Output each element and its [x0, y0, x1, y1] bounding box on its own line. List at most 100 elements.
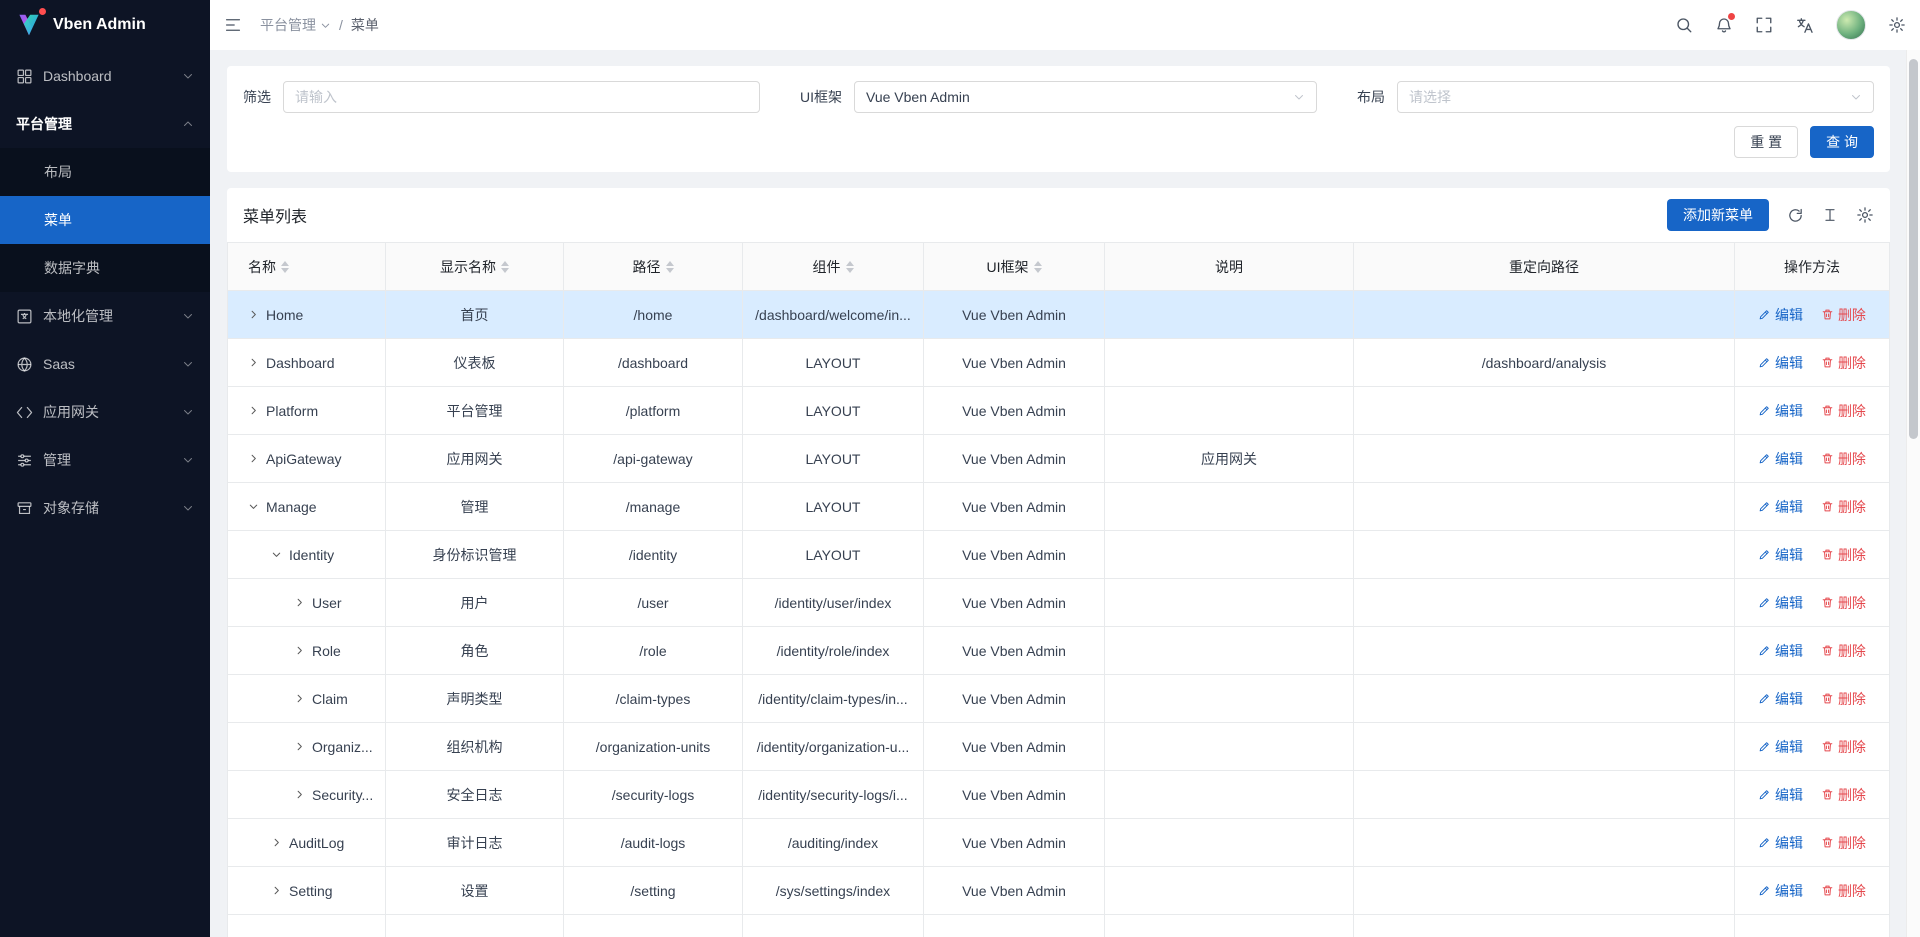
- delete-button[interactable]: 删除: [1821, 641, 1866, 661]
- table-row[interactable]: Security... 安全日志 /security-logs /identit…: [228, 771, 1890, 819]
- row-redirect: [1354, 627, 1735, 675]
- table-row[interactable]: User 用户 /user /identity/user/index Vue V…: [228, 579, 1890, 627]
- search-button[interactable]: 查 询: [1810, 126, 1874, 158]
- sidebar-item-api-gateway[interactable]: 应用网关: [0, 388, 210, 436]
- sort-carets-icon: [281, 261, 289, 273]
- expand-row-icon[interactable]: [294, 597, 305, 608]
- edit-button[interactable]: 编辑: [1758, 593, 1803, 613]
- edit-button[interactable]: 编辑: [1758, 449, 1803, 469]
- table-row[interactable]: Organiz... 组织机构 /organization-units /ide…: [228, 723, 1890, 771]
- breadcrumb-item-platform[interactable]: 平台管理: [260, 15, 331, 35]
- edit-button[interactable]: 编辑: [1758, 833, 1803, 853]
- sidebar-item-manage[interactable]: 管理: [0, 436, 210, 484]
- table-row[interactable]: Home 首页 /home /dashboard/welcome/in... V…: [228, 291, 1890, 339]
- delete-button[interactable]: 删除: [1821, 449, 1866, 469]
- row-component: LAYOUT: [743, 339, 924, 387]
- scrollbar-thumb[interactable]: [1909, 59, 1918, 439]
- expand-row-icon[interactable]: [248, 453, 259, 464]
- delete-button[interactable]: 删除: [1821, 689, 1866, 709]
- delete-button[interactable]: 删除: [1821, 401, 1866, 421]
- delete-button[interactable]: 删除: [1821, 497, 1866, 517]
- gateway-icon: [16, 404, 33, 421]
- table-row[interactable]: AuditLog 审计日志 /audit-logs /auditing/inde…: [228, 819, 1890, 867]
- add-menu-button[interactable]: 添加新菜单: [1667, 199, 1769, 231]
- expand-row-icon[interactable]: [248, 501, 259, 512]
- page-scrollbar[interactable]: [1906, 50, 1920, 937]
- user-avatar[interactable]: [1836, 10, 1866, 40]
- delete-button[interactable]: 删除: [1821, 737, 1866, 757]
- sidebar-item-menu[interactable]: 菜单: [0, 196, 210, 244]
- table-title: 菜单列表: [243, 203, 307, 227]
- expand-row-icon[interactable]: [248, 357, 259, 368]
- expand-row-icon[interactable]: [271, 885, 282, 896]
- table-row[interactable]: Identity 身份标识管理 /identity LAYOUT Vue Vbe…: [228, 531, 1890, 579]
- expand-row-icon[interactable]: [294, 645, 305, 656]
- edit-button[interactable]: 编辑: [1758, 401, 1803, 421]
- layout-select[interactable]: 请选择: [1397, 81, 1874, 113]
- expand-row-icon[interactable]: [294, 741, 305, 752]
- edit-button[interactable]: 编辑: [1758, 641, 1803, 661]
- delete-button[interactable]: 删除: [1821, 833, 1866, 853]
- edit-button[interactable]: 编辑: [1758, 881, 1803, 901]
- table-settings-gear-icon[interactable]: [1856, 206, 1874, 224]
- sidebar-item-localization[interactable]: 本地化管理: [0, 292, 210, 340]
- sidebar-item-saas[interactable]: Saas: [0, 340, 210, 388]
- edit-button[interactable]: 编辑: [1758, 545, 1803, 565]
- table-row[interactable]: Setting 设置 /setting /sys/settings/index …: [228, 867, 1890, 915]
- expand-row-icon[interactable]: [294, 693, 305, 704]
- row-component: /identity/role/index: [743, 627, 924, 675]
- sidebar-item-object-storage[interactable]: 对象存储: [0, 484, 210, 532]
- row-display-name: 仪表板: [386, 339, 564, 387]
- refresh-icon[interactable]: [1787, 207, 1804, 224]
- logo[interactable]: Vben Admin: [0, 0, 210, 50]
- reset-button[interactable]: 重 置: [1734, 126, 1798, 158]
- delete-button[interactable]: 删除: [1821, 593, 1866, 613]
- row-name: Identity: [289, 547, 334, 563]
- column-header-1[interactable]: 名称: [228, 243, 386, 291]
- edit-button[interactable]: 编辑: [1758, 785, 1803, 805]
- sidebar-item-data-dictionary[interactable]: 数据字典: [0, 244, 210, 292]
- row-redirect: [1354, 819, 1735, 867]
- edit-button[interactable]: 编辑: [1758, 689, 1803, 709]
- delete-button[interactable]: 删除: [1821, 305, 1866, 325]
- keyword-input[interactable]: [283, 81, 760, 113]
- table-row[interactable]: Dashboard 仪表板 /dashboard LAYOUT Vue Vben…: [228, 339, 1890, 387]
- delete-button[interactable]: 删除: [1821, 881, 1866, 901]
- edit-button[interactable]: 编辑: [1758, 305, 1803, 325]
- edit-button[interactable]: 编辑: [1758, 737, 1803, 757]
- sidebar-group-platform[interactable]: 平台管理: [0, 100, 210, 148]
- chevron-down-icon: [1850, 91, 1862, 103]
- table-row[interactable]: Platform 平台管理 /platform LAYOUT Vue Vben …: [228, 387, 1890, 435]
- table-row[interactable]: Manage 管理 /manage LAYOUT Vue Vben Admin …: [228, 483, 1890, 531]
- expand-row-icon[interactable]: [271, 549, 282, 560]
- fullscreen-icon[interactable]: [1755, 16, 1773, 34]
- sidebar-item-label: Dashboard: [43, 68, 112, 84]
- expand-row-icon[interactable]: [248, 405, 259, 416]
- table-row[interactable]: Role 角色 /role /identity/role/index Vue V…: [228, 627, 1890, 675]
- search-icon[interactable]: [1675, 16, 1693, 34]
- framework-select[interactable]: Vue Vben Admin: [854, 81, 1317, 113]
- edit-button[interactable]: 编辑: [1758, 497, 1803, 517]
- expand-row-icon[interactable]: [248, 309, 259, 320]
- column-header-3[interactable]: 路径: [564, 243, 743, 291]
- sidebar-item-dashboard[interactable]: Dashboard: [0, 52, 210, 100]
- settings-gear-icon[interactable]: [1888, 16, 1906, 34]
- sidebar-fold-icon[interactable]: [224, 16, 242, 34]
- table-row[interactable]: ApiGateway 应用网关 /api-gateway LAYOUT Vue …: [228, 435, 1890, 483]
- column-header-2[interactable]: 显示名称: [386, 243, 564, 291]
- row-display-name: 安全日志: [386, 771, 564, 819]
- delete-button[interactable]: 删除: [1821, 785, 1866, 805]
- expand-row-icon[interactable]: [294, 789, 305, 800]
- table-row[interactable]: Claim 声明类型 /claim-types /identity/claim-…: [228, 675, 1890, 723]
- translate-icon[interactable]: [1795, 16, 1814, 35]
- column-header-4[interactable]: 组件: [743, 243, 924, 291]
- notification-bell-icon[interactable]: [1715, 16, 1733, 34]
- expand-row-icon[interactable]: [271, 837, 282, 848]
- delete-button[interactable]: 删除: [1821, 545, 1866, 565]
- row-path: /setting: [564, 867, 743, 915]
- row-height-icon[interactable]: [1822, 207, 1838, 223]
- delete-button[interactable]: 删除: [1821, 353, 1866, 373]
- sidebar-item-layout[interactable]: 布局: [0, 148, 210, 196]
- column-header-5[interactable]: UI框架: [924, 243, 1105, 291]
- edit-button[interactable]: 编辑: [1758, 353, 1803, 373]
